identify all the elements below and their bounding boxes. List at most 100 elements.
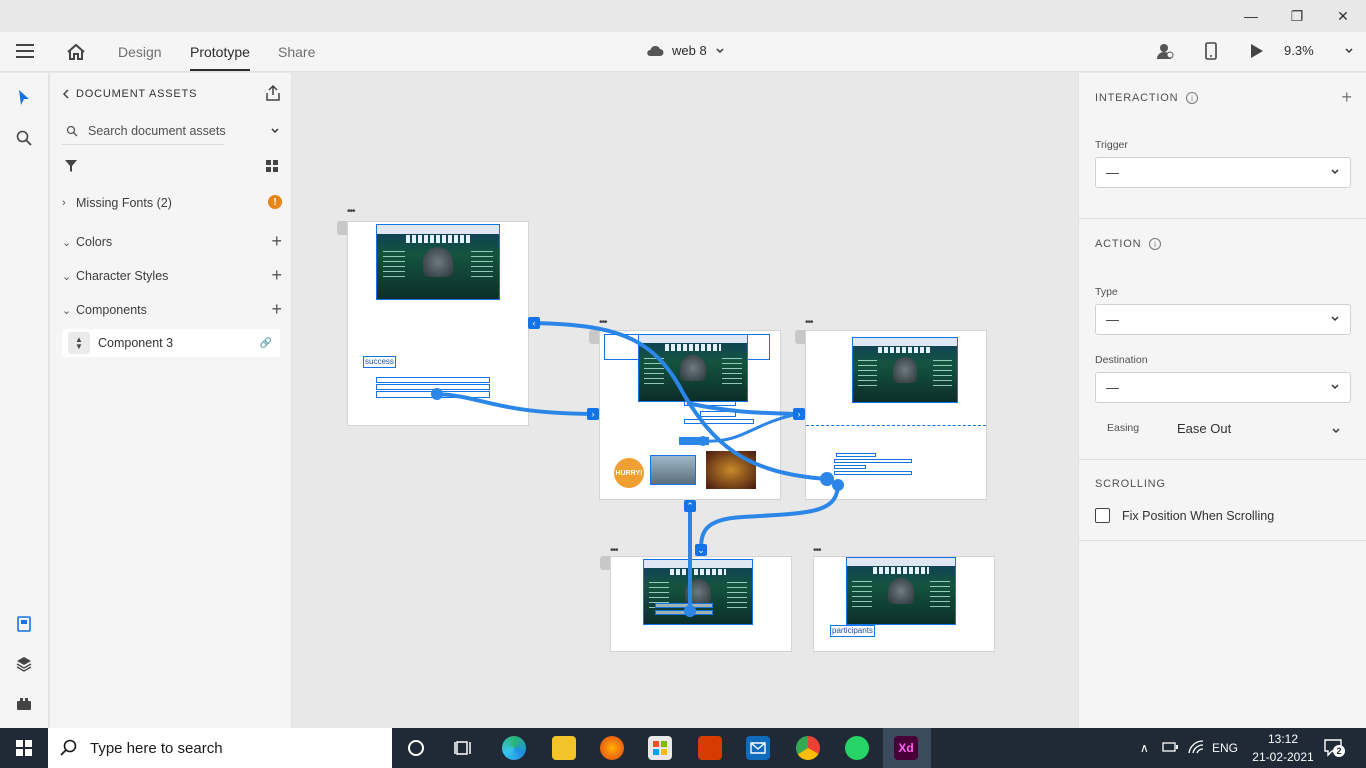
office-icon[interactable]	[698, 736, 722, 760]
chevron-down-icon: ⌄	[62, 236, 72, 249]
trigger-dropdown[interactable]: —	[1095, 157, 1351, 188]
search-icon	[60, 739, 77, 756]
zoom-level-dropdown[interactable]: 9.3%	[1284, 43, 1354, 58]
add-interaction-icon[interactable]: +	[1341, 87, 1352, 108]
whatsapp-icon[interactable]	[845, 736, 869, 760]
assets-back-link[interactable]: DOCUMENT ASSETS	[62, 88, 197, 100]
zoom-tool-icon[interactable]	[14, 128, 34, 148]
trigger-value: —	[1106, 165, 1119, 180]
chevron-up-icon[interactable]: ∧	[1140, 741, 1149, 755]
tab-share[interactable]: Share	[278, 44, 315, 60]
divider	[1079, 459, 1366, 460]
adobe-xd-icon[interactable]: Xd	[894, 736, 918, 760]
windows-taskbar: Type here to search Xd ∧ ENG 13:12 21-02…	[0, 728, 1366, 768]
chevron-down-icon	[1345, 48, 1353, 54]
wire-path	[686, 401, 799, 416]
play-icon[interactable]	[1250, 43, 1264, 64]
network-icon[interactable]	[1162, 740, 1180, 759]
store-icon[interactable]	[648, 736, 672, 760]
interaction-title: INTERACTION	[1095, 92, 1179, 104]
taskbar-search[interactable]: Type here to search	[48, 728, 392, 768]
document-name: web 8	[672, 43, 707, 58]
document-name-dropdown[interactable]: web 8	[646, 43, 725, 58]
assets-search[interactable]: Search document assets	[62, 119, 282, 145]
plugins-icon[interactable]	[14, 694, 34, 714]
section-label: Character Styles	[76, 269, 169, 283]
divider	[1079, 218, 1366, 219]
home-icon[interactable]	[66, 42, 86, 62]
info-icon[interactable]: i	[1186, 92, 1199, 104]
type-dropdown[interactable]: —	[1095, 304, 1351, 335]
section-missing-fonts[interactable]: › Missing Fonts (2) !	[62, 193, 282, 213]
wire-target-icon[interactable]: ⌄	[695, 544, 707, 556]
clock-time[interactable]: 13:12	[1262, 732, 1304, 746]
link-icon[interactable]: 🔗	[260, 338, 272, 349]
firefox-icon[interactable]	[600, 736, 624, 760]
close-button[interactable]: ✕	[1320, 0, 1366, 32]
taskbar-search-input[interactable]: Type here to search	[90, 740, 223, 757]
file-explorer-icon[interactable]	[552, 736, 576, 760]
section-character-styles[interactable]: ⌄ Character Styles +	[62, 265, 282, 286]
easing-label: Easing	[1107, 422, 1140, 434]
scrolling-title: SCROLLING	[1095, 478, 1166, 490]
tab-design[interactable]: Design	[118, 44, 162, 60]
filter-icon[interactable]	[64, 159, 78, 178]
chrome-icon[interactable]	[796, 736, 820, 760]
notification-icon[interactable]: 2	[1324, 739, 1345, 762]
type-value: —	[1106, 312, 1119, 327]
document-assets-panel: DOCUMENT ASSETS Search document assets ›…	[50, 73, 292, 728]
wire-target-icon[interactable]: ›	[793, 408, 805, 420]
chevron-down-icon[interactable]	[270, 126, 280, 136]
mail-icon[interactable]	[746, 736, 770, 760]
title-bar: — ❐ ✕	[0, 0, 1366, 32]
section-label: Missing Fonts (2)	[76, 196, 172, 210]
cortana-icon[interactable]	[404, 736, 428, 760]
interaction-header: INTERACTION i	[1095, 92, 1199, 104]
edge-icon[interactable]	[502, 736, 526, 760]
cloud-icon	[647, 45, 664, 56]
wire-path	[704, 412, 799, 443]
task-view-icon[interactable]	[452, 736, 476, 760]
add-component-icon[interactable]: +	[271, 299, 282, 320]
section-label: Components	[76, 303, 147, 317]
component-item[interactable]: ▲ ▼ Component 3 🔗	[62, 329, 280, 357]
wifi-icon[interactable]	[1188, 740, 1204, 759]
info-icon[interactable]: i	[1149, 238, 1162, 250]
easing-value: Ease Out	[1177, 421, 1232, 436]
add-character-style-icon[interactable]: +	[271, 265, 282, 286]
export-icon[interactable]	[265, 84, 281, 106]
windows-logo-icon	[16, 740, 32, 756]
add-color-icon[interactable]: +	[271, 231, 282, 252]
wire-target-icon[interactable]: ‹	[528, 317, 540, 329]
minimize-button[interactable]: —	[1228, 0, 1274, 32]
assets-search-input[interactable]: Search document assets	[88, 124, 226, 138]
divider	[1079, 540, 1366, 541]
design-canvas[interactable]: ••• success ••• HURRY! ••• ••• ••• parti…	[293, 73, 1078, 728]
start-button[interactable]	[0, 728, 48, 768]
left-toolbar	[0, 73, 49, 728]
user-share-icon[interactable]	[1156, 42, 1174, 65]
sort-handle-icon[interactable]: ▲ ▼	[68, 332, 90, 354]
wire-target-icon[interactable]: ›	[587, 408, 599, 420]
chevron-down-icon	[1332, 428, 1340, 434]
section-colors[interactable]: ⌄ Colors +	[62, 231, 282, 252]
language-indicator[interactable]: ENG	[1212, 741, 1238, 755]
wire-target-icon[interactable]: ⌃	[684, 500, 696, 512]
destination-dropdown[interactable]: —	[1095, 372, 1351, 403]
clock-date[interactable]: 21-02-2021	[1250, 750, 1316, 764]
layers-icon[interactable]	[14, 654, 34, 674]
select-tool-icon[interactable]	[14, 88, 34, 108]
wire-path	[699, 482, 840, 552]
easing-dropdown[interactable]: Ease Out	[1177, 421, 1347, 441]
device-preview-icon[interactable]	[1205, 42, 1217, 65]
hamburger-menu-icon[interactable]	[16, 44, 34, 58]
document-assets-icon[interactable]	[14, 614, 34, 634]
action-title: ACTION	[1095, 238, 1142, 250]
prototype-wires	[431, 321, 844, 617]
restore-button[interactable]: ❐	[1274, 0, 1320, 32]
grid-view-icon[interactable]	[265, 159, 279, 178]
tab-prototype[interactable]: Prototype	[190, 44, 250, 71]
component-name: Component 3	[98, 336, 174, 350]
fix-position-checkbox[interactable]	[1095, 508, 1110, 523]
section-components[interactable]: ⌄ Components +	[62, 299, 282, 320]
